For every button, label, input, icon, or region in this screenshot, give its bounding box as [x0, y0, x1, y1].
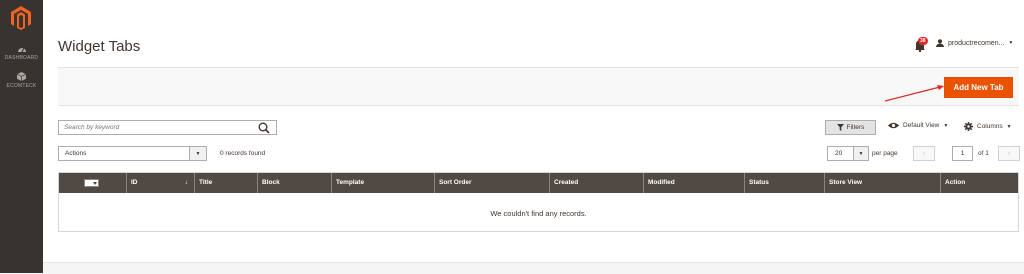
sidebar-item-dashboard[interactable]: DASHBOARD: [0, 44, 43, 61]
add-new-tab-button[interactable]: Add New Tab: [944, 77, 1013, 98]
actions-label: Actions: [65, 150, 87, 157]
column-header-block[interactable]: Block: [257, 173, 331, 193]
search-placeholder: Search by keyword: [64, 124, 120, 131]
column-header-status[interactable]: Status: [744, 173, 824, 193]
data-grid: ID ↓ Title Block Template Sort Order Cre…: [58, 172, 1019, 232]
sidebar-item-label: DASHBOARD: [4, 55, 39, 61]
per-page-number: 20: [835, 150, 843, 157]
column-header-action: Action: [940, 173, 1018, 193]
cube-icon: [17, 72, 26, 81]
empty-state-message: We couldn't find any records.: [490, 209, 587, 218]
column-header-modified[interactable]: Modified: [643, 173, 744, 193]
page-total: of 1: [978, 150, 989, 157]
page-number-input[interactable]: 1: [952, 146, 973, 161]
per-page-value[interactable]: 20: [827, 146, 854, 161]
records-found: 0 records found: [220, 150, 266, 157]
username: productrecomen...: [948, 39, 1005, 47]
next-page-button[interactable]: ›: [998, 146, 1020, 161]
column-header-sort-order[interactable]: Sort Order: [434, 173, 549, 193]
search-icon[interactable]: [258, 122, 270, 134]
caret-down-icon: ▼: [943, 122, 949, 129]
filters-label: Filters: [846, 124, 865, 131]
admin-sidebar: DASHBOARD ECOMTECK: [0, 0, 43, 273]
chevron-right-icon: ›: [1007, 150, 1011, 157]
columns-dropdown[interactable]: Columns ▼: [964, 122, 1012, 131]
eye-icon: [888, 122, 899, 129]
notification-badge: 38: [918, 37, 928, 45]
column-label: ID: [131, 179, 138, 186]
column-header-title[interactable]: Title: [194, 173, 257, 193]
annotation-arrow-icon: [884, 85, 944, 102]
sort-arrow-icon: ↓: [184, 179, 188, 186]
funnel-icon: [836, 124, 844, 131]
caret-down-icon[interactable]: ▼: [189, 147, 206, 160]
magento-logo-icon[interactable]: [10, 6, 32, 30]
grid-header: ID ↓ Title Block Template Sort Order Cre…: [59, 173, 1018, 193]
filters-button[interactable]: Filters: [825, 120, 876, 135]
search-input[interactable]: Search by keyword: [58, 120, 277, 135]
user-icon: [936, 39, 944, 47]
page-footer: [43, 262, 1024, 274]
per-page-toggle[interactable]: ▼: [854, 146, 869, 161]
caret-down-icon: ▼: [858, 150, 864, 157]
previous-page-button[interactable]: ‹: [913, 146, 935, 161]
column-header-store-view[interactable]: Store View: [824, 173, 940, 193]
mass-select-checkbox[interactable]: [84, 179, 99, 187]
sidebar-item-ecomteck[interactable]: ECOMTECK: [0, 72, 43, 89]
column-header-id[interactable]: ID ↓: [126, 173, 194, 193]
chevron-left-icon: ‹: [922, 150, 926, 157]
dashboard-icon: [17, 47, 26, 53]
default-view-dropdown[interactable]: Default View ▼: [888, 122, 948, 129]
gear-icon: [964, 122, 973, 131]
caret-down-icon: ▼: [1006, 123, 1012, 130]
mass-actions-select[interactable]: Actions ▼: [58, 146, 207, 161]
page-title: Widget Tabs: [58, 38, 141, 55]
main-content: Widget Tabs 38 productrecomen... ▼ Add N…: [43, 0, 1024, 262]
default-view-label: Default View: [903, 122, 940, 129]
column-header-template[interactable]: Template: [331, 173, 434, 193]
user-menu[interactable]: productrecomen... ▼: [936, 39, 1013, 47]
sidebar-item-label: ECOMTECK: [6, 83, 37, 89]
page-actions-bar: [58, 67, 1019, 106]
column-header-created[interactable]: Created: [549, 173, 643, 193]
per-page-label: per page: [872, 150, 898, 157]
columns-label: Columns: [977, 123, 1003, 130]
caret-down-icon: ▼: [1008, 40, 1014, 46]
column-header-select[interactable]: [59, 173, 126, 193]
